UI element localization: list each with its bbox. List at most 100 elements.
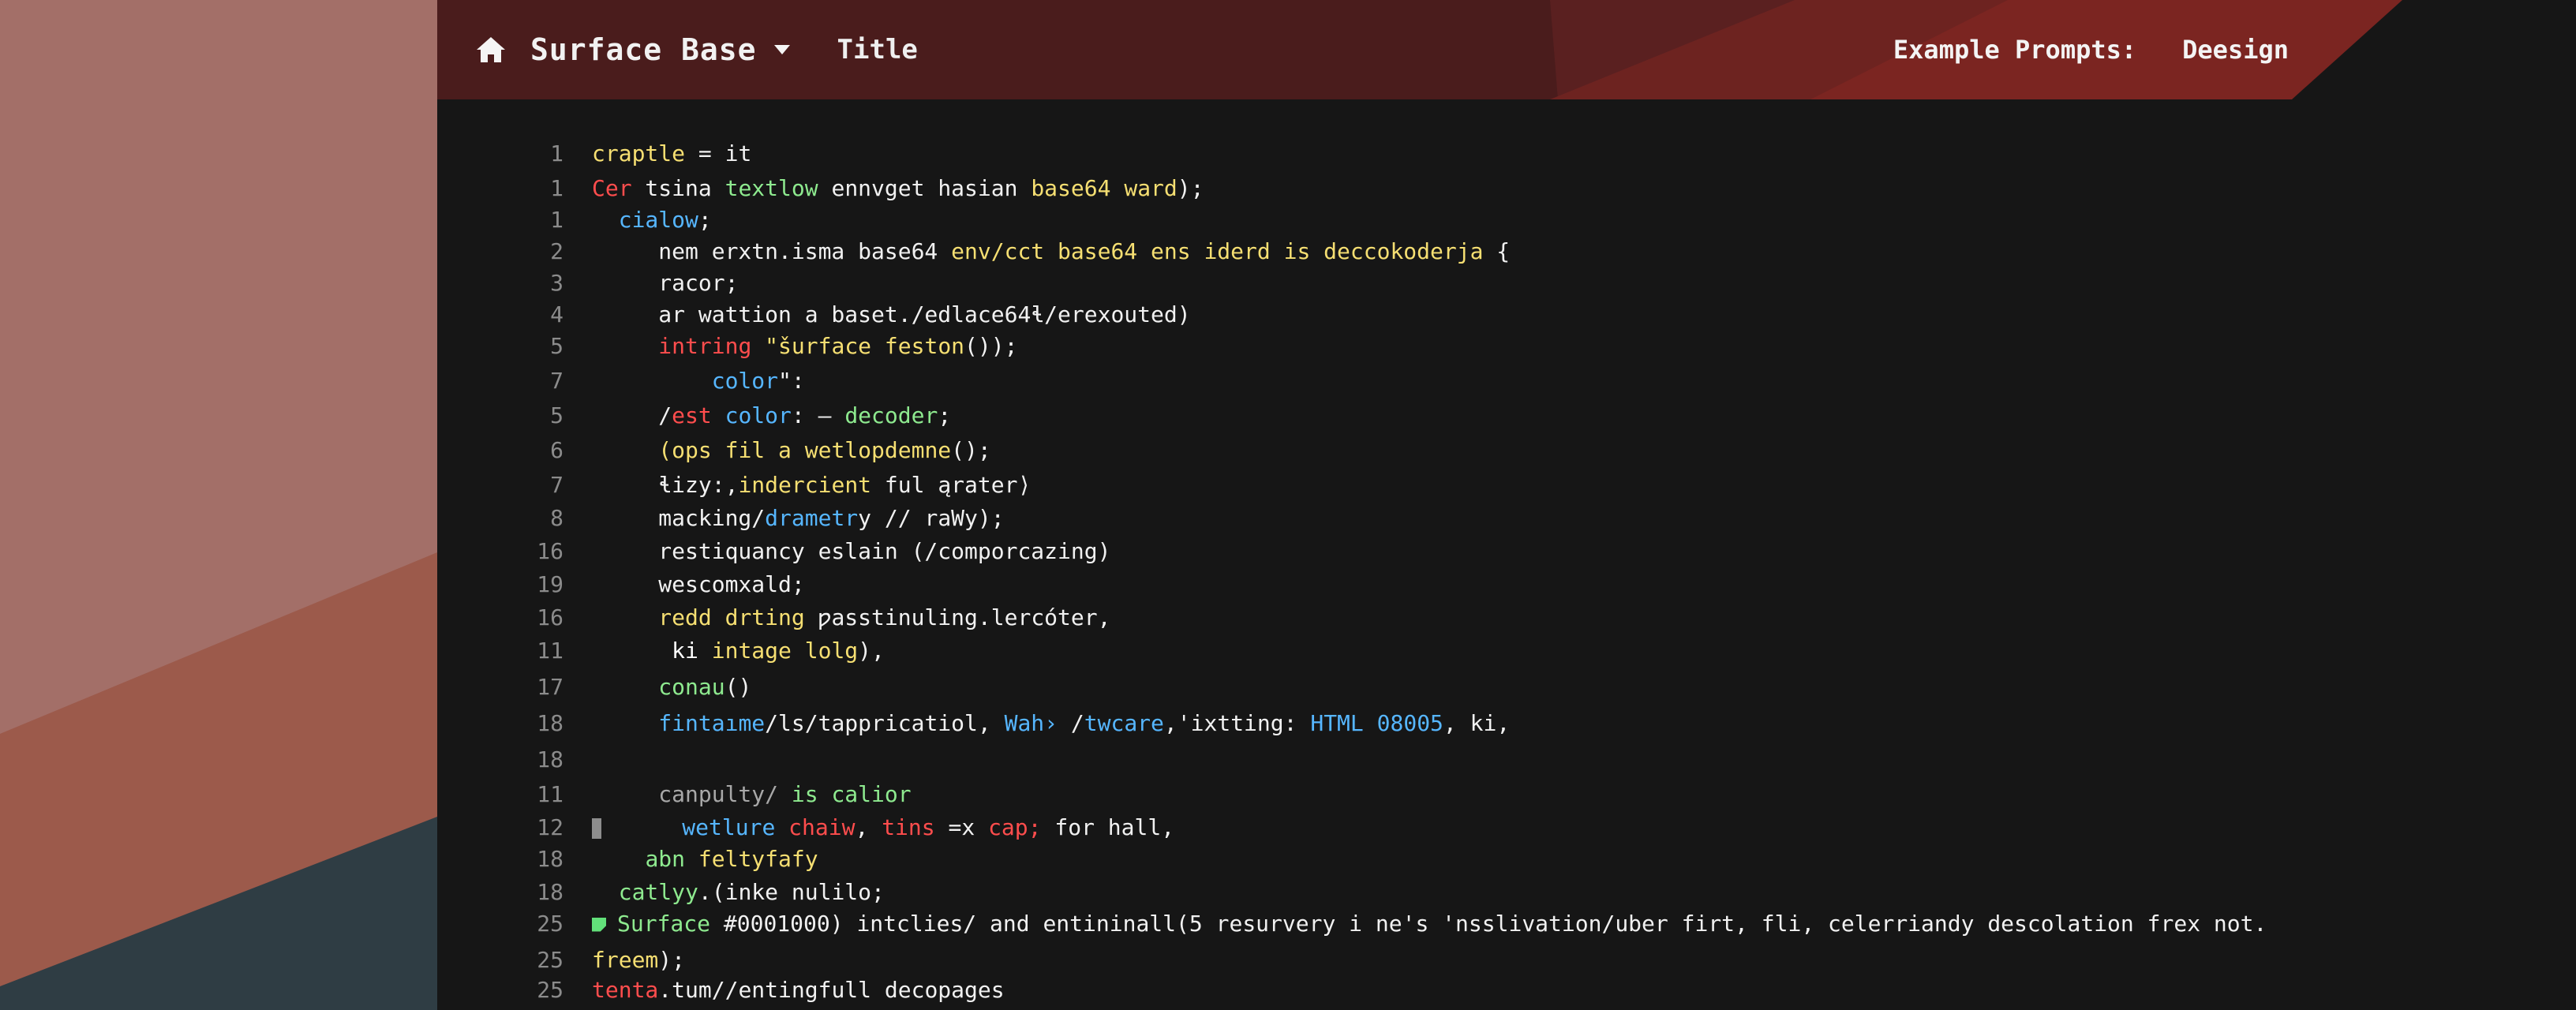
code-token: macking/ [592,504,766,531]
code-token: tenta [592,976,659,1003]
line-number: 1 [550,206,564,233]
code-token: base64 ward [1031,174,1178,201]
line-number: 4 [550,301,564,327]
code-content: wescomxald; [592,571,2576,597]
code-token: nem erxtn.isma base64 [592,238,952,264]
desktop-background [0,0,437,1010]
code-line[interactable]: 25 freem); [437,944,2576,975]
code-content: tenta.tum//entingfull decopages [592,977,2576,1003]
code-line[interactable]: 18 catlyy.(inke nulilo; [437,876,2576,907]
chevron-down-icon[interactable] [771,39,793,61]
code-content: color": [592,368,2576,394]
line-number: 3 [550,269,564,296]
code-token: ; [938,402,952,428]
code-token: it [724,140,752,166]
code-content: restiquancy eslain (/comporcazing) [592,538,2576,564]
code-token: ƿasstinuling.lercóter, [818,604,1111,630]
code-content: freem); [592,947,2576,973]
code-line[interactable]: 18 [437,743,2576,775]
code-token: tsina [631,174,725,201]
code-content: cialow; [592,207,2576,233]
code-token: / [592,402,672,428]
code-line[interactable]: 1 Cer tsina textlow ennvget hasian base64… [437,172,2576,204]
code-editor[interactable]: 1 craptle = it 1 Cer tsina textlow ennvget … [437,99,2576,1010]
code-content: racor; [592,270,2576,296]
code-token: : – [791,402,845,428]
code-token: canpulty/ [592,780,779,807]
code-token: conau [658,673,725,700]
code-line[interactable]: 11 ki intage lolg), [437,634,2576,666]
code-token: feltyfafy [698,845,818,872]
project-name[interactable]: Surface Base [530,32,757,67]
code-line[interactable]: 16 redd drting ƿasstinuling.lercóter, [437,601,2576,633]
code-content: craptle = it [592,140,2576,166]
code-line[interactable]: 25 tenta.tum//entingfull decopages [437,974,2576,1005]
line-number: 1 [550,140,564,166]
code-token: wescomxald; [592,570,805,597]
code-token: , ki, [1443,709,1511,736]
line-number: 11 [537,780,564,807]
line-number: 7 [550,367,564,394]
line-number: 8 [550,504,564,531]
code-line[interactable]: 7 ɬizy:,indercient ful ąrater⟩ [437,469,2576,500]
code-line[interactable]: 3 racor; [437,267,2576,298]
code-line[interactable]: 5 /est color: – decoder; [437,399,2576,431]
code-line[interactable]: 19 wescomxald; [437,568,2576,600]
design-link[interactable]: Deesign [2182,35,2289,65]
code-token: racor; [592,269,739,296]
code-token: , [855,814,882,840]
code-content: /est color: – decoder; [592,402,2576,428]
code-token: ki [672,637,698,664]
code-token: " [751,332,779,359]
code-line[interactable]: 5 intring "šurface feston()); [437,330,2576,361]
code-line[interactable]: 18 fintaıme/ls/tappricatiol, Wah› /twcar… [437,707,2576,739]
title-tab[interactable]: Title [837,34,918,65]
code-line[interactable]: 1 cialow; [437,204,2576,235]
code-line[interactable]: 25 Surface #0001000) intclies/ and entini… [437,907,2576,939]
code-token: cap; [988,814,1042,840]
code-line[interactable]: 18 abn feltyfafy [437,843,2576,874]
line-number: 25 [537,910,564,937]
code-content: ɬizy:,indercient ful ąrater⟩ [592,472,2576,498]
code-line[interactable]: 12 wetlure chaiw, tins =x cap; for hall, [437,811,2576,843]
code-token: color [724,402,792,428]
code-token: abn [645,845,686,872]
code-line[interactable]: 8 macking/drametry // raWy); [437,502,2576,533]
line-number: 11 [537,637,564,664]
code-content: ki intage lolg), [592,638,2576,664]
code-token: (ops fil a wetlopdemne [658,436,952,463]
code-line[interactable]: 16 restiquancy eslain (/comporcazing) [437,535,2576,567]
code-content: redd drting ƿasstinuling.lercóter, [592,604,2576,630]
code-line[interactable]: 1 craptle = it [437,137,2576,169]
code-line[interactable]: 7 color": [437,365,2576,396]
code-content: Surface #0001000) intclies/ and entinina… [592,911,2576,937]
code-token: color [711,367,779,394]
line-number: 7 [550,471,564,498]
home-icon[interactable] [472,31,510,69]
line-number: 17 [537,673,564,700]
example-prompts-link[interactable]: Example Prompts: [1893,35,2136,65]
code-token: /ls/tappricatiol, [765,709,1005,736]
code-token: Surface [617,910,711,937]
code-line[interactable]: 11 canpulty/ is calior [437,778,2576,810]
code-token: for hall, [1041,814,1175,840]
code-content: ar wattion a baset./edlace64ɬ/erexouted) [592,301,2576,327]
code-line[interactable]: 6 (ops fil a wetlopdemne(); [437,434,2576,466]
line-number: 19 [537,570,564,597]
code-token: ar wattion a baset./edlace64 [592,301,1032,327]
file-marker-icon [592,917,606,932]
code-content: conau() [592,674,2576,700]
code-line[interactable]: 4 ar wattion a baset./edlace64ɬ/erexoute… [437,298,2576,330]
code-line[interactable]: 17 conau() [437,671,2576,702]
code-line[interactable]: 2 nem erxtn.isma base64 env/cct base64 e… [437,235,2576,267]
code-token: ąrater [938,471,1018,498]
code-token: cialow [618,206,698,233]
code-content: fintaıme/ls/tappricatiol, Wah› /twcare,'… [592,710,2576,736]
